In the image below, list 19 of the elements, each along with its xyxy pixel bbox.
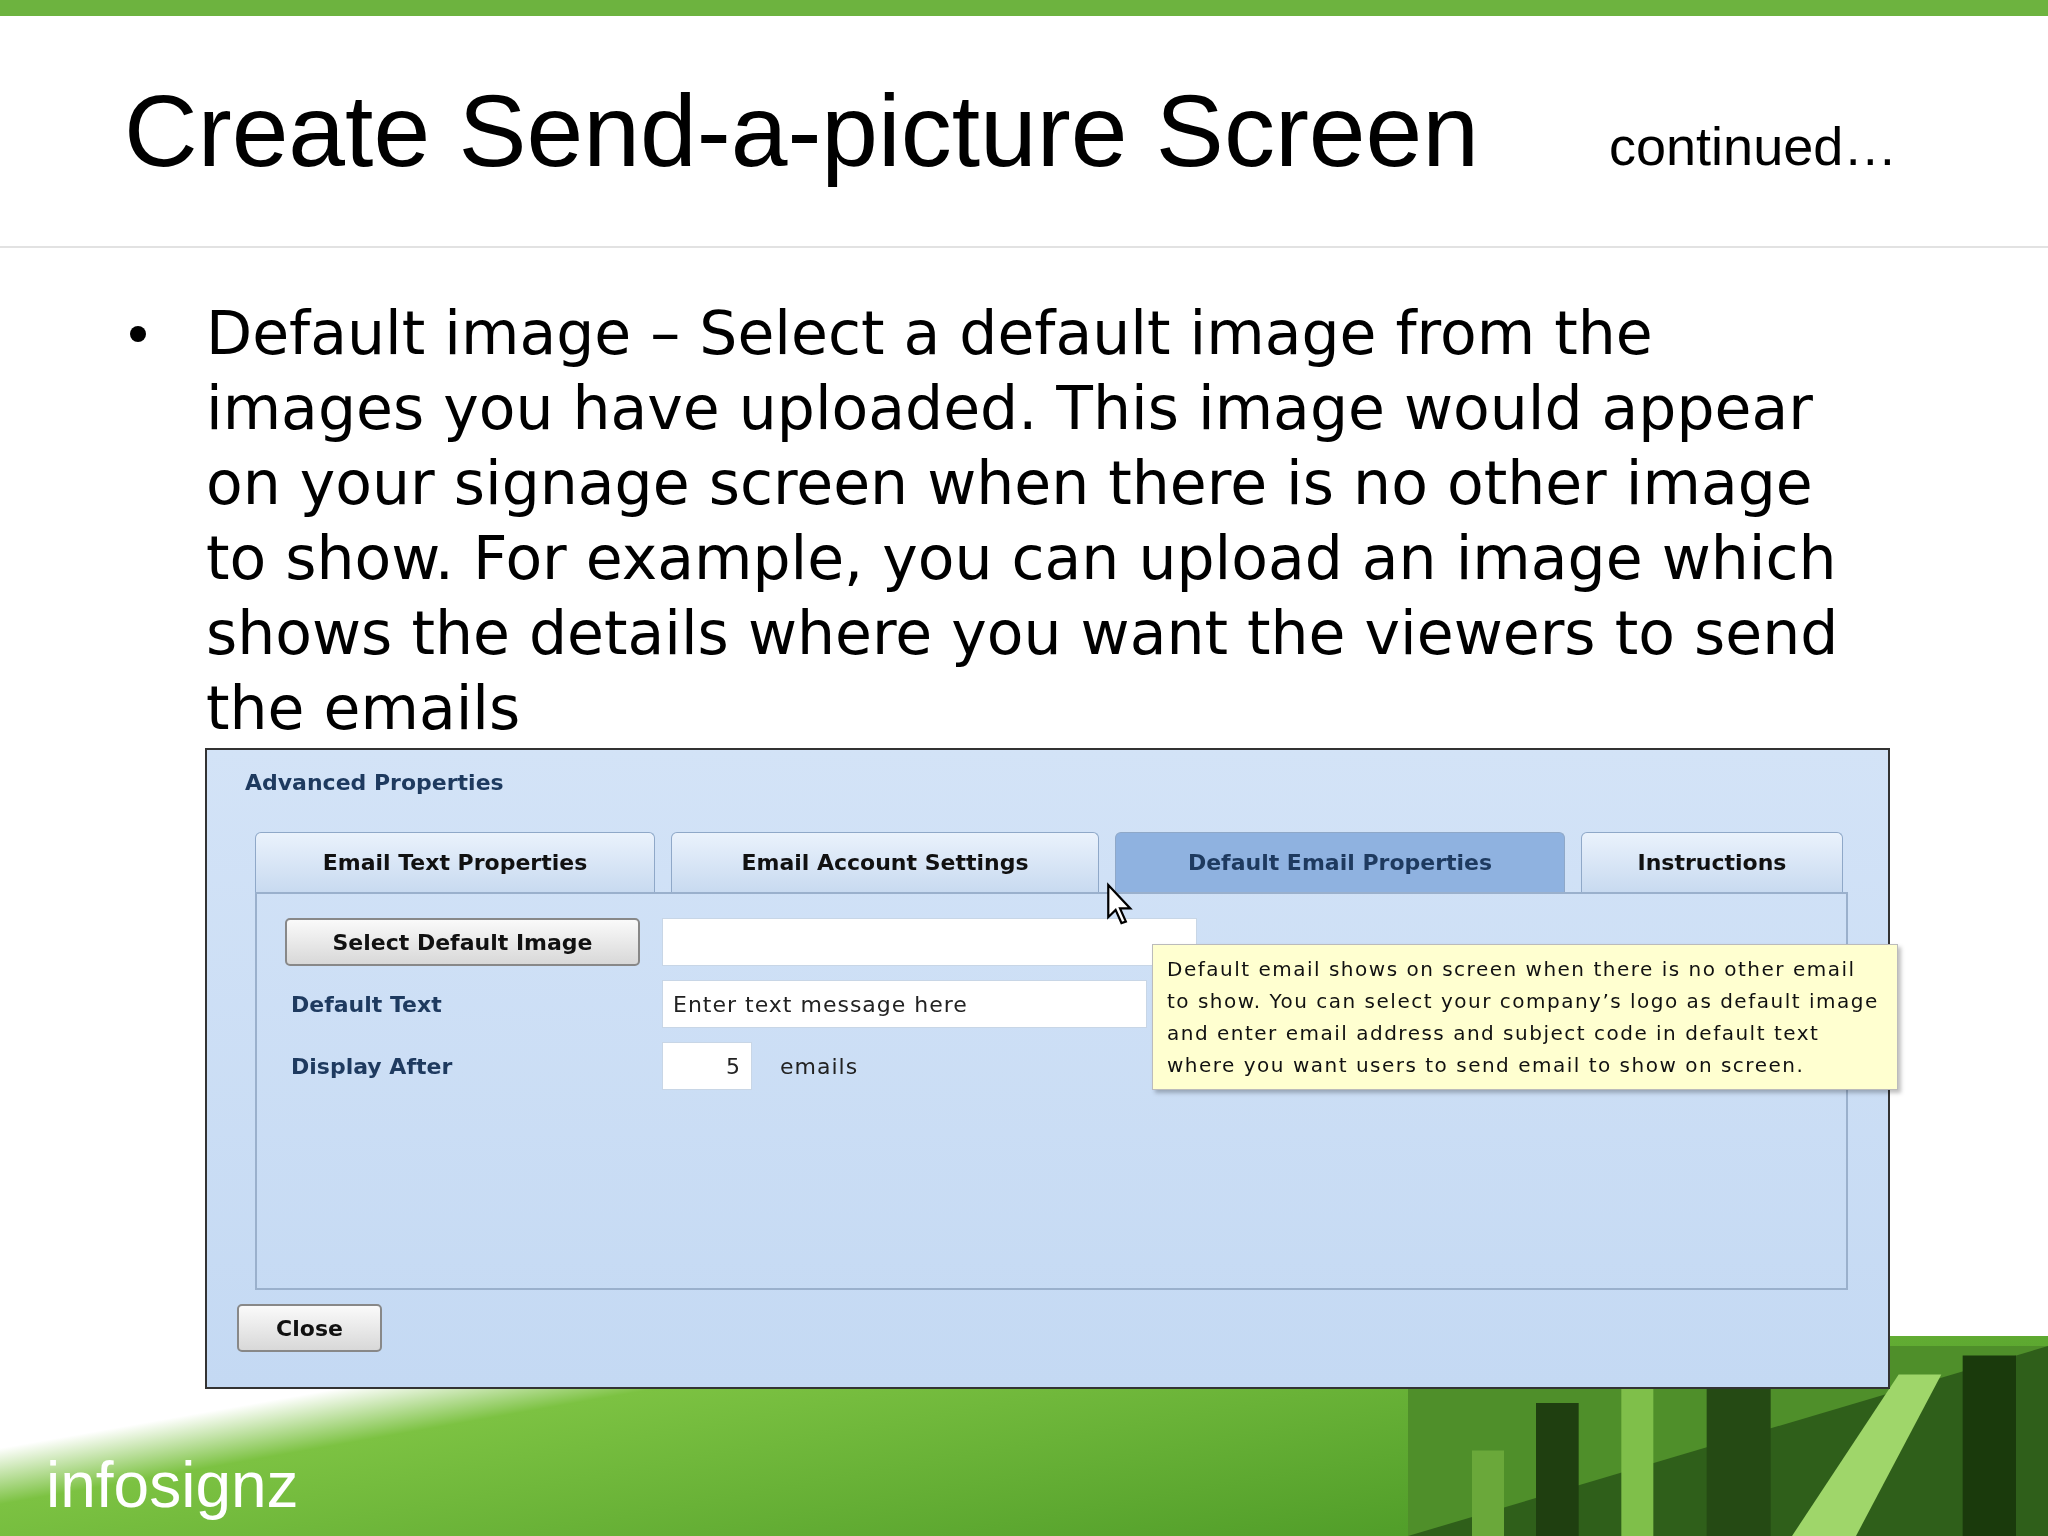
tab[interactable]: Instructions [1581, 832, 1843, 892]
bullet-icon [130, 326, 146, 342]
tooltip: Default email shows on screen when there is no other email to show. You can select your company’s logo as default image and enter email address and subject code in default text where you want users to send email to show on screen. [1152, 944, 1898, 1090]
text-field[interactable]: Enter text message here [662, 980, 1147, 1028]
dialog-title: Advanced Properties [245, 770, 505, 797]
slide-subtitle: continued… [1609, 115, 1898, 177]
tab[interactable]: Email Account Settings [671, 832, 1099, 892]
tab[interactable]: Email Text Properties [255, 832, 655, 892]
field-label: Display After [290, 1053, 454, 1079]
select-image-button[interactable]: Select Default Image [285, 918, 640, 966]
number-field[interactable]: 5 [662, 1042, 752, 1090]
tab[interactable]: Default Email Properties [1115, 832, 1565, 892]
close-button[interactable]: Close [237, 1304, 382, 1352]
logo: infosignz [46, 1448, 299, 1522]
field-label: Default Text [290, 991, 443, 1017]
slide-title: Create Send-a-picture Screen [124, 72, 1480, 190]
unit-label: emails [780, 1053, 859, 1079]
bullet-text: Default image – Select a default image from the images you have uploaded. This image would appear on your signage screen when there is no other image to show. For example, you can upload an image which shows the details where you want the viewers to send the emails [206, 297, 1840, 745]
pointer-icon [1105, 882, 1135, 926]
